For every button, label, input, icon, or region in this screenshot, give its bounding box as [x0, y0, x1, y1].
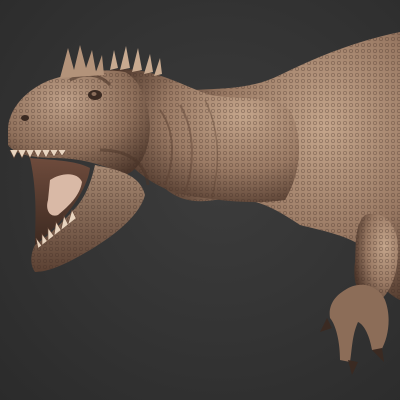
forelimb [320, 214, 399, 375]
head [8, 70, 150, 175]
nostril [21, 115, 29, 121]
dinosaur-model [8, 32, 400, 375]
render-viewport [0, 0, 400, 400]
